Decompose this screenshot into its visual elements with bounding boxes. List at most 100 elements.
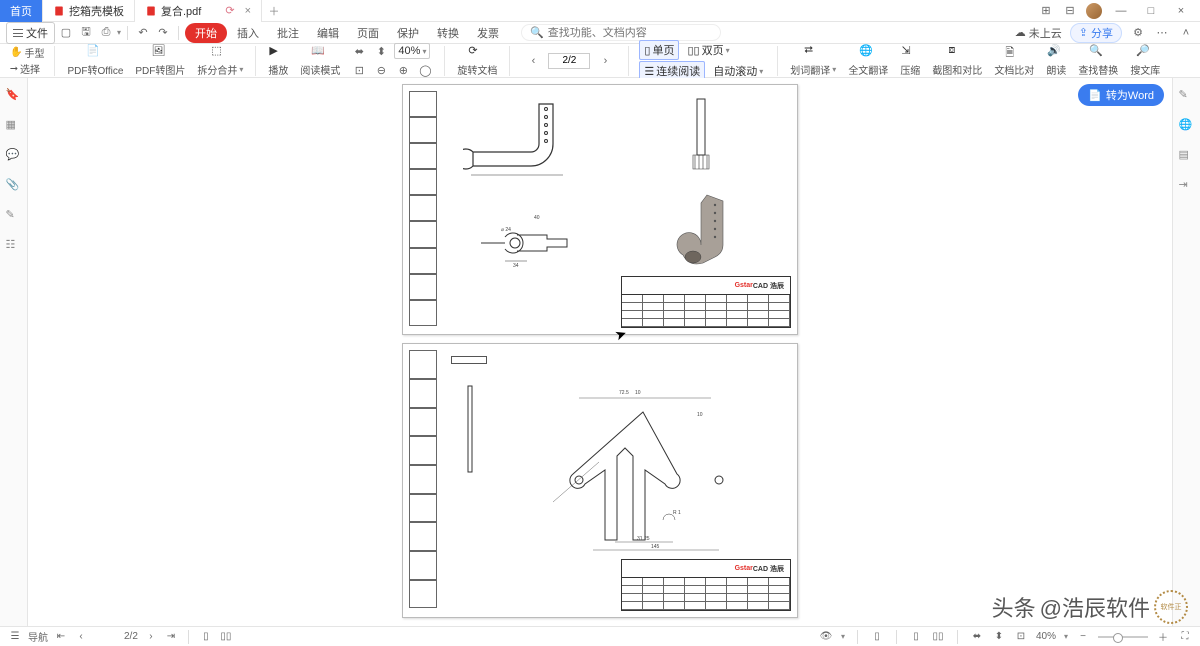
page-canvas[interactable]: 40 ⌀ 24 34 GstarCAD GstarCAD 浩辰浩辰 ➤ xyxy=(28,78,1172,626)
tab-close-icon[interactable]: × xyxy=(245,5,251,17)
diff-icon: 🗎 xyxy=(1005,44,1023,62)
gear-icon[interactable]: ⚙ xyxy=(1130,25,1146,41)
zoom-select[interactable]: 40%▾ xyxy=(394,43,430,59)
prev-page-status-icon[interactable]: ‹ xyxy=(74,630,88,644)
layout-2-icon[interactable]: ▯ xyxy=(909,630,923,644)
quick-caret[interactable]: ▾ xyxy=(117,28,121,37)
split-merge[interactable]: ⬚拆分合并▾ xyxy=(191,44,249,77)
zoom-area-icon[interactable]: ◯ xyxy=(416,61,434,79)
hand-tool[interactable]: ✋手型 xyxy=(10,45,44,60)
search-input[interactable] xyxy=(548,27,708,39)
save-icon[interactable]: 🖫 xyxy=(77,24,95,42)
menu-protect[interactable]: 保护 xyxy=(389,22,427,44)
next-page-icon[interactable]: › xyxy=(596,52,614,70)
first-page-icon[interactable]: ⇤ xyxy=(54,630,68,644)
screenshot-compare[interactable]: ⧈截图和对比 xyxy=(926,44,988,77)
search-box[interactable]: 🔍 xyxy=(521,24,721,41)
export-panel-icon[interactable]: ⇥ xyxy=(1179,178,1195,194)
read-aloud[interactable]: 🔊朗读 xyxy=(1040,44,1072,77)
search-library[interactable]: 🔎搜文库 xyxy=(1124,44,1166,77)
convert-to-word-button[interactable]: 📄 转为Word xyxy=(1078,84,1164,106)
sep xyxy=(957,630,958,644)
word-translate[interactable]: ⮂划词翻译▾ xyxy=(784,44,842,77)
find-replace[interactable]: 🔍查找替换 xyxy=(1072,44,1124,77)
cloud-status[interactable]: ☁ 未上云 xyxy=(1015,25,1062,41)
eye-icon[interactable]: 👁 xyxy=(819,630,833,644)
zoom-100-icon[interactable]: ⊡ xyxy=(350,61,368,79)
zoom-in-status-icon[interactable]: ＋ xyxy=(1156,630,1170,644)
last-page-icon[interactable]: ⇥ xyxy=(164,630,178,644)
tab-template[interactable]: 挖箱壳模板 xyxy=(43,0,135,22)
menu-edit[interactable]: 编辑 xyxy=(309,22,347,44)
rotate-doc[interactable]: ⟳旋转文档 xyxy=(451,44,503,77)
fit-2-icon[interactable]: ⬍ xyxy=(992,630,1006,644)
zoom-slider[interactable] xyxy=(1098,636,1148,638)
full-translate[interactable]: 🌐全文翻译 xyxy=(842,44,894,77)
grid-2-icon[interactable]: ⊟ xyxy=(1062,3,1078,19)
tab-home[interactable]: 首页 xyxy=(0,0,43,22)
zoom-in-icon[interactable]: ⊕ xyxy=(394,61,412,79)
read-mode[interactable]: 📖阅读模式 xyxy=(294,44,346,77)
item-nameplate xyxy=(451,356,487,364)
zoom-out-status-icon[interactable]: − xyxy=(1076,630,1090,644)
layers-icon[interactable]: ☷ xyxy=(6,238,22,254)
compress[interactable]: ⇲压缩 xyxy=(894,44,926,77)
redo-icon[interactable]: ↷ xyxy=(154,24,172,42)
collapse-ribbon-icon[interactable]: ˄ xyxy=(1178,25,1194,41)
single-page-view[interactable]: ▯单页 xyxy=(639,40,679,60)
signature-icon[interactable]: ✎ xyxy=(6,208,22,224)
pdf-to-office[interactable]: 📄PDF转Office xyxy=(61,44,129,77)
tab-refresh-icon[interactable]: ⟳ xyxy=(225,4,234,17)
fit-width-icon[interactable]: ⬌ xyxy=(350,42,368,60)
share-button[interactable]: ⇪ 分享 xyxy=(1070,23,1122,43)
print-icon[interactable]: ⎙ xyxy=(97,24,115,42)
menu-convert[interactable]: 转换 xyxy=(429,22,467,44)
menu-page[interactable]: 页面 xyxy=(349,22,387,44)
grid-1-icon[interactable]: ⊞ xyxy=(1038,3,1054,19)
comments-icon[interactable]: 💬 xyxy=(6,148,22,164)
play-button[interactable]: ▶播放 xyxy=(262,44,294,77)
select-tool[interactable]: ⭢选择 xyxy=(10,61,40,76)
next-page-status-icon[interactable]: › xyxy=(144,630,158,644)
page-input[interactable] xyxy=(548,53,590,69)
fullscreen-icon[interactable]: ⛶ xyxy=(1178,630,1192,644)
office-icon: 📄 xyxy=(86,44,104,62)
view-single-status-icon[interactable]: ▯ xyxy=(199,630,213,644)
tab-pdf-active[interactable]: 复合.pdf ⟳ × xyxy=(135,0,262,22)
avatar[interactable] xyxy=(1086,3,1102,19)
attachments-icon[interactable]: 📎 xyxy=(6,178,22,194)
more-icon[interactable]: ⋯ xyxy=(1154,25,1170,41)
resource-panel-icon[interactable]: ▤ xyxy=(1179,148,1195,164)
bookmark-icon[interactable]: 🔖 xyxy=(6,88,22,104)
layout-3-icon[interactable]: ▯▯ xyxy=(931,630,945,644)
layout-1-icon[interactable]: ▯ xyxy=(870,630,884,644)
nav-toggle-icon[interactable]: ☰ xyxy=(8,630,22,644)
prev-page-icon[interactable]: ‹ xyxy=(524,52,542,70)
thumbnails-icon[interactable]: ▦ xyxy=(6,118,22,134)
menu-invoice[interactable]: 发票 xyxy=(469,22,507,44)
fit-1-icon[interactable]: ⬌ xyxy=(970,630,984,644)
file-menu[interactable]: 文件 xyxy=(6,22,55,44)
minimize-button[interactable]: — xyxy=(1110,5,1132,17)
nav-label[interactable]: 导航 xyxy=(28,629,48,644)
undo-icon[interactable]: ↶ xyxy=(134,24,152,42)
maximize-button[interactable]: □ xyxy=(1140,5,1162,17)
double-page-view[interactable]: ▯▯双页▾ xyxy=(683,41,733,59)
fit-page-icon[interactable]: ⬍ xyxy=(372,42,390,60)
menu-annotate[interactable]: 批注 xyxy=(269,22,307,44)
translate-panel-icon[interactable]: 🌐 xyxy=(1179,118,1195,134)
tab-add-button[interactable]: ＋ xyxy=(262,3,286,19)
menu-insert[interactable]: 插入 xyxy=(229,22,267,44)
edit-panel-icon[interactable]: ✎ xyxy=(1179,88,1195,104)
menu-start[interactable]: 开始 xyxy=(185,23,227,43)
pdf-to-image[interactable]: 🖼PDF转图片 xyxy=(129,44,191,77)
open-icon[interactable]: ▢ xyxy=(57,24,75,42)
fit-3-icon[interactable]: ⊡ xyxy=(1014,630,1028,644)
view-double-status-icon[interactable]: ▯▯ xyxy=(219,630,233,644)
close-window-button[interactable]: × xyxy=(1170,5,1192,17)
drawing-left-zone xyxy=(409,91,437,328)
zoom-out-icon[interactable]: ⊖ xyxy=(372,61,390,79)
text-compare[interactable]: 🗎文档比对 xyxy=(988,44,1040,77)
statusbar: ☰ 导航 ⇤ ‹ 2/2 › ⇥ ▯ ▯▯ 👁▾ ▯ ▯ ▯▯ ⬌ ⬍ ⊡ 40… xyxy=(0,626,1200,646)
pdf-page-1: 40 ⌀ 24 34 GstarCAD GstarCAD 浩辰浩辰 xyxy=(402,84,798,335)
